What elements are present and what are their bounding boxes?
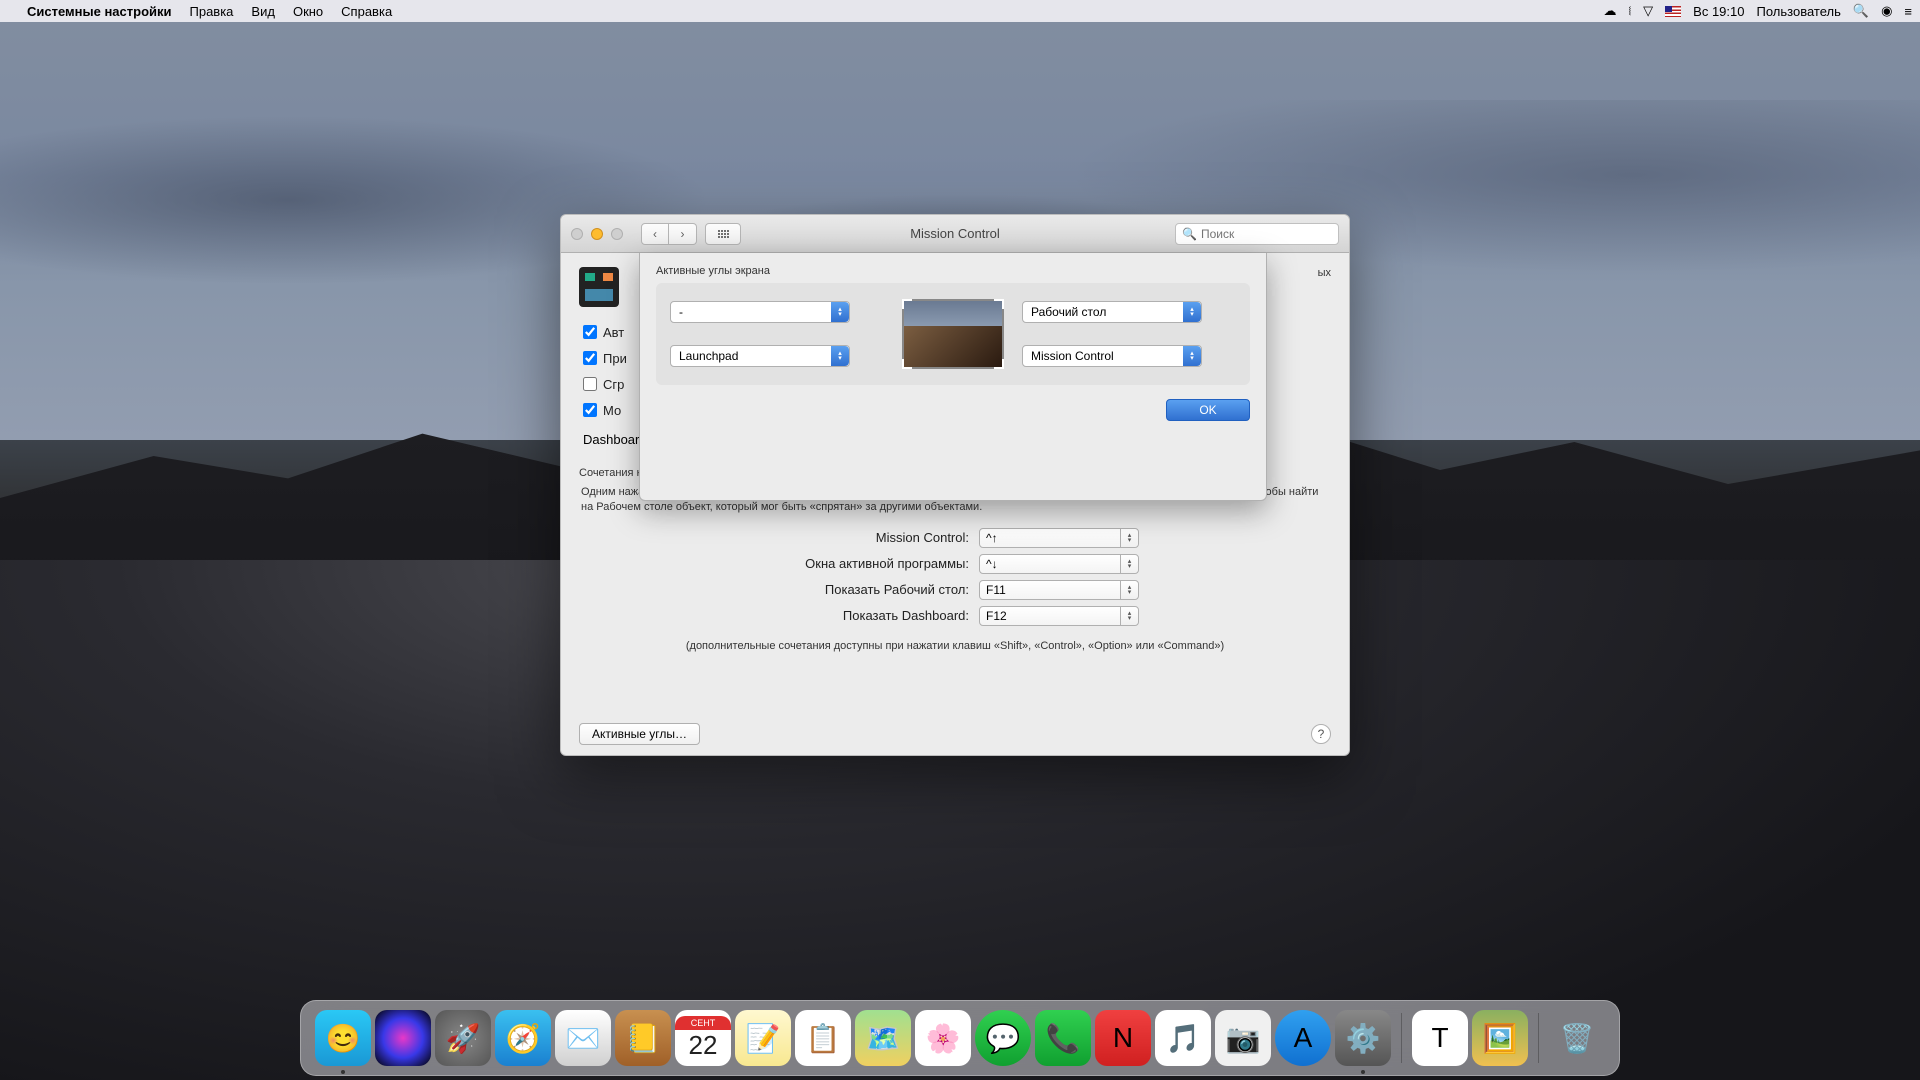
show-all-button[interactable] (705, 223, 741, 245)
dock-finder-icon[interactable]: 😊 (315, 1010, 371, 1066)
shortcut-label-show-desktop: Показать Рабочий стол: (679, 582, 969, 597)
user-menu[interactable]: Пользователь (1757, 4, 1841, 19)
sheet-title: Активные углы экрана (656, 265, 1250, 277)
corner-top-right-select[interactable]: Рабочий стол ▴▾ (1022, 301, 1202, 323)
back-button[interactable]: ‹ (641, 223, 669, 245)
app-menu[interactable]: Системные настройки (18, 4, 181, 19)
minimize-button[interactable] (591, 228, 603, 240)
dock-settings-icon[interactable]: ⚙️ (1335, 1010, 1391, 1066)
chevron-updown-icon: ▴▾ (1120, 529, 1138, 547)
shortcut-select-show-desktop[interactable]: F11 ▴▾ (979, 580, 1139, 600)
dock-news-icon[interactable]: N (1095, 1010, 1151, 1066)
dock-safari-icon[interactable]: 🧭 (495, 1010, 551, 1066)
notification-center-icon[interactable]: ≡ (1904, 4, 1912, 19)
dock-notes-icon[interactable]: 📝 (735, 1010, 791, 1066)
chevron-updown-icon: ▴▾ (1120, 555, 1138, 573)
dock-maps-icon[interactable]: 🗺️ (855, 1010, 911, 1066)
chevron-updown-icon: ▴▾ (1120, 607, 1138, 625)
chevron-updown-icon: ▴▾ (1183, 346, 1201, 366)
spotlight-icon[interactable]: 🔍 (1853, 3, 1869, 19)
dock: 😊 🚀 🧭 ✉️ 📒 СЕНТ 22 📝 📋 🗺️ 🌸 💬 📞 N 🎵 📷 A … (300, 1000, 1620, 1076)
chevron-updown-icon: ▴▾ (1120, 581, 1138, 599)
close-button[interactable] (571, 228, 583, 240)
dock-launchpad-icon[interactable]: 🚀 (435, 1010, 491, 1066)
search-field[interactable]: 🔍 (1175, 223, 1339, 245)
search-input[interactable] (1201, 227, 1332, 241)
bluetooth-icon[interactable]: ⧙ (1628, 3, 1631, 19)
forward-button[interactable]: › (669, 223, 697, 245)
screen-preview (902, 299, 1004, 369)
clock[interactable]: Вс 19:10 (1693, 4, 1744, 19)
chevron-updown-icon: ▴▾ (1183, 302, 1201, 322)
shortcut-select-mission-control[interactable]: ^↑ ▴▾ (979, 528, 1139, 548)
window-titlebar[interactable]: ‹ › Mission Control 🔍 (561, 215, 1349, 253)
grid-icon (718, 230, 729, 238)
corner-bottom-right-select[interactable]: Mission Control ▴▾ (1022, 345, 1202, 367)
corner-top-left-select[interactable]: - ▴▾ (670, 301, 850, 323)
shortcut-select-show-dashboard[interactable]: F12 ▴▾ (979, 606, 1139, 626)
menu-bar: Системные настройки Правка Вид Окно Спра… (0, 0, 1920, 22)
chevron-updown-icon: ▴▾ (831, 346, 849, 366)
hot-corners-button[interactable]: Активные углы… (579, 723, 700, 745)
chevron-updown-icon: ▴▾ (831, 302, 849, 322)
dock-facetime-icon[interactable]: 📞 (1035, 1010, 1091, 1066)
shortcuts-note: (дополнительные сочетания доступны при н… (579, 640, 1331, 652)
dock-messages-icon[interactable]: 💬 (975, 1010, 1031, 1066)
ok-button[interactable]: OK (1166, 399, 1250, 421)
menu-view[interactable]: Вид (242, 4, 284, 19)
dock-preview-icon[interactable]: 🖼️ (1472, 1010, 1528, 1066)
shortcut-select-app-windows[interactable]: ^↓ ▴▾ (979, 554, 1139, 574)
search-icon: 🔍 (1182, 227, 1197, 241)
siri-icon[interactable]: ◉ (1881, 3, 1892, 19)
dock-textedit-icon[interactable]: T (1412, 1010, 1468, 1066)
input-source-flag-icon[interactable] (1665, 6, 1681, 17)
mission-control-icon (579, 267, 619, 307)
help-button[interactable]: ? (1311, 724, 1331, 744)
zoom-button[interactable] (611, 228, 623, 240)
dock-divider (1538, 1013, 1539, 1063)
dock-divider (1401, 1013, 1402, 1063)
system-preferences-window: ‹ › Mission Control 🔍 ых Авт (560, 214, 1350, 756)
shortcut-label-mission-control: Mission Control: (679, 530, 969, 545)
menu-edit[interactable]: Правка (181, 4, 243, 19)
dock-siri-icon[interactable] (375, 1010, 431, 1066)
shortcut-label-app-windows: Окна активной программы: (679, 556, 969, 571)
corner-bottom-left-select[interactable]: Launchpad ▴▾ (670, 345, 850, 367)
dock-mail-icon[interactable]: ✉️ (555, 1010, 611, 1066)
dock-reminders-icon[interactable]: 📋 (795, 1010, 851, 1066)
hot-corners-sheet: Активные углы экрана - ▴▾ Рабочий стол ▴… (639, 253, 1267, 501)
dock-trash-icon[interactable]: 🗑️ (1549, 1010, 1605, 1066)
shortcut-label-show-dashboard: Показать Dashboard: (679, 608, 969, 623)
menu-window[interactable]: Окно (284, 4, 332, 19)
dock-itunes-icon[interactable]: 🎵 (1155, 1010, 1211, 1066)
dock-contacts-icon[interactable]: 📒 (615, 1010, 671, 1066)
menu-help[interactable]: Справка (332, 4, 401, 19)
wifi-icon[interactable]: ▽ (1643, 3, 1653, 19)
dock-appstore-icon[interactable]: A (1275, 1010, 1331, 1066)
dock-calendar-icon[interactable]: СЕНТ 22 (675, 1010, 731, 1066)
dock-photos-icon[interactable]: 🌸 (915, 1010, 971, 1066)
dock-screenshot-icon[interactable]: 📷 (1215, 1010, 1271, 1066)
cloud-icon[interactable]: ☁ (1603, 3, 1616, 19)
